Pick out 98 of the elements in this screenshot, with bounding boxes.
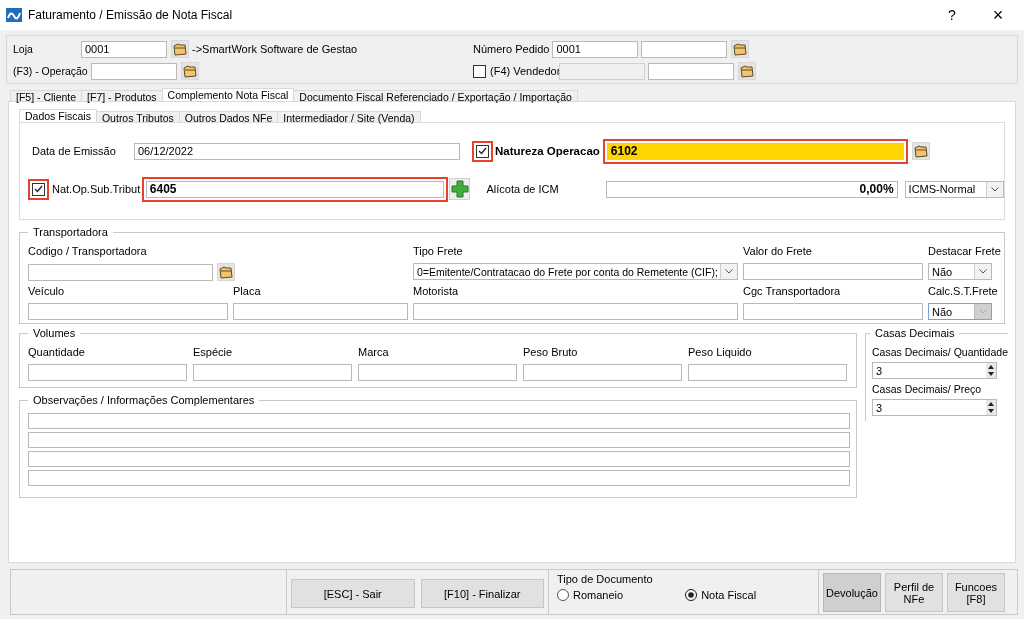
- field-label: Destacar Frete: [928, 245, 1001, 257]
- lookup-button[interactable]: [738, 62, 756, 80]
- field-label: Casas Decimais/ Preço: [872, 383, 982, 395]
- input-field[interactable]: 0,00%: [606, 180, 898, 198]
- field-label: Marca: [358, 346, 389, 358]
- input-field[interactable]: [193, 364, 352, 381]
- window-title: Faturamento / Emissão de Nota Fiscal: [28, 8, 234, 22]
- checkbox[interactable]: [473, 64, 486, 78]
- input-field[interactable]: [28, 263, 213, 281]
- group-title: Volumes: [28, 327, 81, 339]
- folder-icon: [173, 42, 187, 56]
- input-field[interactable]: [28, 364, 187, 381]
- input-field[interactable]: 0001: [552, 40, 639, 58]
- close-button[interactable]: ×: [978, 0, 1018, 30]
- tab[interactable]: Outros Dados NFe: [178, 111, 279, 122]
- input-field[interactable]: [413, 303, 738, 320]
- field-label: Tipo Frete: [413, 245, 463, 257]
- field-label: Veículo: [28, 285, 65, 297]
- field-label: Loja: [13, 43, 34, 55]
- group-title: Observações / Informações Complementares: [28, 394, 260, 406]
- spinner-field[interactable]: 3: [872, 399, 997, 416]
- chevron-down-icon: [725, 269, 733, 274]
- action-button[interactable]: [ESC] - Sair: [291, 579, 415, 608]
- help-button[interactable]: ?: [932, 0, 972, 30]
- input-field[interactable]: [743, 303, 923, 320]
- group-title: Tipo de Documento: [557, 573, 653, 585]
- input-field[interactable]: 0001: [81, 40, 167, 58]
- field-label: Natureza Operacao: [495, 145, 601, 157]
- folder-icon: [182, 64, 197, 78]
- field-label: Calc.S.T.Frete: [928, 285, 998, 297]
- check-icon: [34, 185, 43, 193]
- input-field[interactable]: [28, 451, 850, 467]
- field-label: Codigo / Transportadora: [28, 245, 147, 257]
- chevron-down-icon: [979, 309, 987, 314]
- check-icon: [478, 147, 487, 155]
- field-label: Cgc Transportadora: [743, 285, 841, 297]
- tab[interactable]: Intermediador / Site (Venda): [277, 111, 421, 122]
- chevron-down-icon: [979, 269, 987, 274]
- field-label: Quantidade: [28, 346, 85, 358]
- input-field[interactable]: [641, 40, 728, 58]
- lookup-button[interactable]: [217, 263, 235, 281]
- input-field[interactable]: 6405: [145, 180, 444, 198]
- store-description: ->SmartWork Software de Gestao: [192, 43, 358, 55]
- folder-icon: [219, 265, 233, 279]
- input-field[interactable]: [688, 364, 847, 381]
- field-label: (F4) Vendedor: [490, 65, 559, 77]
- action-button[interactable]: Devolução: [823, 573, 881, 612]
- field-label: Espécie: [193, 346, 233, 358]
- folder-icon: [740, 64, 754, 78]
- radio-option[interactable]: Romaneio: [557, 589, 624, 601]
- action-button[interactable]: Funcoes [F8]: [947, 573, 1005, 612]
- field-label: Valor do Frete: [743, 245, 812, 257]
- tab[interactable]: Outros Tributos: [95, 111, 180, 122]
- input-field[interactable]: [743, 263, 923, 280]
- action-button[interactable]: Perfil de NFe: [885, 573, 943, 612]
- spin-arrows-icon: [986, 363, 996, 378]
- add-button[interactable]: [448, 178, 471, 200]
- tab[interactable]: Complemento Nota Fiscal: [161, 88, 295, 101]
- folder-icon: [733, 42, 748, 56]
- dropdown[interactable]: ICMS-Normal: [904, 180, 1004, 198]
- field-label: Peso Liquido: [688, 346, 752, 358]
- dropdown[interactable]: Não: [928, 263, 992, 280]
- action-button[interactable]: [F10] - Finalizar: [420, 579, 544, 608]
- spinner-field[interactable]: 3: [872, 362, 997, 379]
- field-label: Número Pedido: [473, 43, 551, 55]
- radio-option[interactable]: Nota Fiscal: [685, 589, 757, 601]
- field-label: Data de Emissão: [32, 145, 117, 157]
- input-field[interactable]: [28, 413, 850, 429]
- group-title: Transportadora: [28, 226, 113, 238]
- input-field[interactable]: [648, 62, 734, 80]
- field-label: Alícota de ICM: [486, 183, 560, 195]
- input-field[interactable]: [233, 303, 408, 320]
- field-label: (F3) - Operação: [13, 65, 89, 77]
- input-field[interactable]: [28, 470, 850, 486]
- plus-icon: [450, 180, 469, 198]
- date-field[interactable]: 06/12/2022: [134, 142, 460, 160]
- lookup-button[interactable]: [911, 142, 930, 160]
- input-field[interactable]: [90, 62, 177, 80]
- spin-arrows-icon: [986, 400, 996, 415]
- lookup-button[interactable]: [180, 62, 199, 80]
- group-title: Casas Decimais: [870, 327, 960, 339]
- field-label: Peso Bruto: [523, 346, 578, 358]
- app-logo-icon: [6, 8, 22, 22]
- folder-icon: [913, 144, 928, 158]
- field-label: Casas Decimais/ Quantidade: [872, 346, 1008, 358]
- field-label: Placa: [233, 285, 261, 297]
- dropdown[interactable]: 0=Emitente/Contratacao do Frete por conta do Remetente (CIF);: [413, 263, 738, 280]
- input-field[interactable]: [523, 364, 682, 381]
- field-label: Motorista: [413, 285, 459, 297]
- lookup-button[interactable]: [171, 40, 189, 58]
- lookup-button[interactable]: [731, 40, 750, 58]
- input-field[interactable]: [28, 432, 850, 448]
- field-label: Nat.Op.Sub.Tribut: [52, 183, 142, 195]
- input-field[interactable]: [28, 303, 228, 320]
- input-field[interactable]: [358, 364, 517, 381]
- tab[interactable]: Dados Fiscais: [19, 109, 97, 122]
- chevron-down-icon: [991, 186, 999, 192]
- input-field[interactable]: 6102: [606, 142, 904, 160]
